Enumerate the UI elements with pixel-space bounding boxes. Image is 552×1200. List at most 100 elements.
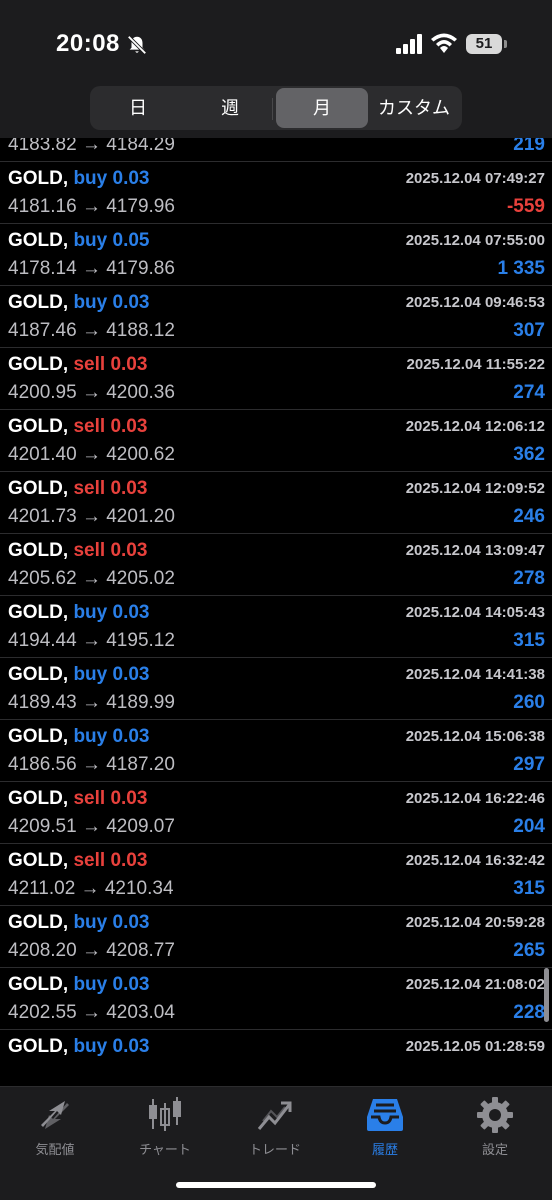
tab-settings-label: 設定 — [481, 1142, 508, 1157]
trade-volume: 0.03 — [110, 540, 148, 561]
symbol-label: GOLD, — [8, 168, 69, 189]
trade-row[interactable]: GOLD, buy 0.03 2025.12.04 14:41:38 4189.43… — [0, 658, 552, 720]
trade-volume: 0.03 — [110, 354, 148, 375]
tab-history[interactable]: 履歴 — [330, 1095, 440, 1158]
period-header: 日 週 月 カスタム — [0, 84, 552, 138]
trade-row[interactable]: GOLD, buy 0.03 2025.12.04 09:46:53 4187.46… — [0, 286, 552, 348]
trade-prices: 4189.43 → 4189.99 — [8, 692, 175, 713]
trade-time: 2025.12.04 11:55:22 — [406, 356, 545, 373]
trade-symbol: GOLD, sell 0.03 — [8, 540, 147, 562]
cellular-signal-icon — [396, 34, 422, 54]
symbol-label: GOLD, — [8, 664, 69, 685]
trade-profit: 315 — [513, 630, 545, 651]
trade-row[interactable]: GOLD, sell 0.03 2025.12.04 11:55:22 4200.9… — [0, 348, 552, 410]
trade-row[interactable]: GOLD, buy 0.03 2025.12.04 14:05:43 4194.44… — [0, 596, 552, 658]
trade-volume: 0.03 — [110, 850, 148, 871]
trade-time: 2025.12.05 01:28:59 — [405, 1038, 545, 1055]
trade-row[interactable]: GOLD, sell 0.03 2025.12.04 12:06:12 4201.4… — [0, 410, 552, 472]
trade-history-list[interactable]: GOLD, buy 0.032025.12.04 07:43:434183.82… — [0, 138, 552, 1086]
symbol-label: GOLD, — [8, 354, 69, 375]
symbol-label: GOLD, — [8, 416, 69, 437]
battery-indicator: 51 — [466, 34, 507, 54]
trade-volume: 0.03 — [112, 1036, 150, 1057]
trade-symbol: GOLD, buy 0.03 — [8, 974, 150, 996]
silent-bell-icon — [127, 35, 147, 55]
trade-side: sell — [73, 416, 106, 437]
trade-time: 2025.12.04 12:06:12 — [405, 418, 545, 435]
tab-settings[interactable]: 設定 — [440, 1095, 550, 1158]
trade-volume: 0.03 — [112, 168, 150, 189]
trade-prices: 4187.46 → 4188.12 — [8, 320, 175, 341]
trade-profit: 265 — [513, 940, 545, 961]
trade-prices: 4205.62 → 4205.02 — [8, 568, 175, 589]
trade-prices: 4201.73 → 4201.20 — [8, 506, 175, 527]
tab-trade-label: トレード — [248, 1142, 301, 1157]
trade-row[interactable]: GOLD, buy 0.03 2025.12.04 15:06:38 4186.56… — [0, 720, 552, 782]
tab-trade[interactable]: トレード — [220, 1095, 330, 1158]
trade-time: 2025.12.04 21:08:02 — [405, 976, 545, 993]
trade-profit: 228 — [513, 1002, 545, 1023]
trade-time: 2025.12.04 09:46:53 — [405, 294, 545, 311]
trade-symbol: GOLD, buy 0.05 — [8, 230, 150, 252]
period-segmented-control: 日 週 月 カスタム — [90, 86, 462, 130]
segment-month[interactable]: 月 — [276, 88, 368, 128]
trade-time: 2025.12.04 13:09:47 — [405, 542, 545, 559]
trade-profit: 274 — [513, 382, 545, 403]
tab-history-label: 履歴 — [371, 1142, 398, 1157]
trade-volume: 0.03 — [112, 974, 150, 995]
segment-day[interactable]: 日 — [92, 88, 184, 128]
trade-symbol: GOLD, sell 0.03 — [8, 354, 147, 376]
trade-volume: 0.03 — [112, 726, 150, 747]
trade-side: sell — [73, 354, 106, 375]
trade-prices: 4200.95 → 4200.36 — [8, 382, 175, 403]
trade-row[interactable]: GOLD, sell 0.03 2025.12.04 12:09:52 4201.7… — [0, 472, 552, 534]
tab-quotes[interactable]: 気配値 — [0, 1095, 110, 1158]
trade-time: 2025.12.04 07:55:00 — [405, 232, 545, 249]
trade-row[interactable]: GOLD, sell 0.03 2025.12.04 16:32:42 4211.0… — [0, 844, 552, 906]
tab-chart[interactable]: チャート — [110, 1095, 220, 1158]
trade-time: 2025.12.04 20:59:28 — [405, 914, 545, 931]
home-indicator[interactable] — [176, 1182, 376, 1188]
trade-side: buy — [73, 664, 108, 685]
trade-row[interactable]: GOLD, buy 0.05 2025.12.04 07:55:00 4178.14… — [0, 224, 552, 286]
trade-row[interactable]: GOLD, buy 0.03 2025.12.04 21:08:02 4202.55… — [0, 968, 552, 1030]
trade-volume: 0.03 — [110, 416, 148, 437]
trade-profit: 307 — [513, 320, 545, 341]
segment-week[interactable]: 週 — [184, 88, 276, 128]
trade-prices: 4186.56 → 4187.20 — [8, 754, 175, 775]
trade-side: buy — [73, 602, 108, 623]
trade-row[interactable]: GOLD, buy 0.03 2025.12.04 20:59:28 4208.20… — [0, 906, 552, 968]
trade-symbol: GOLD, buy 0.03 — [8, 168, 150, 190]
trade-symbol: GOLD, buy 0.03 — [8, 726, 150, 748]
trade-prices: 4183.82 → 4184.29 — [8, 138, 175, 155]
trade-row[interactable]: GOLD, sell 0.03 2025.12.04 13:09:47 4205.6… — [0, 534, 552, 596]
trade-side: buy — [73, 974, 108, 995]
symbol-label: GOLD, — [8, 602, 69, 623]
trade-profit: 362 — [513, 444, 545, 465]
trade-profit: 315 — [513, 878, 545, 899]
trade-icon — [257, 1101, 292, 1130]
segment-custom[interactable]: カスタム — [368, 88, 460, 128]
chart-icon — [149, 1097, 181, 1131]
trade-symbol: GOLD, buy 0.03 — [8, 602, 150, 624]
segment-divider — [272, 98, 273, 120]
trade-history-rows: GOLD, buy 0.032025.12.04 07:43:434183.82… — [0, 138, 552, 1086]
trade-volume: 0.03 — [112, 912, 150, 933]
trade-side: buy — [73, 912, 108, 933]
trade-row[interactable]: GOLD, buy 0.03 2025.12.04 07:49:27 4181.16… — [0, 162, 552, 224]
trade-profit: 297 — [513, 754, 545, 775]
trade-volume: 0.03 — [112, 602, 150, 623]
wifi-icon — [431, 33, 457, 53]
symbol-label: GOLD, — [8, 230, 69, 251]
trade-time: 2025.12.04 16:22:46 — [405, 790, 545, 807]
trade-profit: 204 — [513, 816, 545, 837]
trade-side: buy — [73, 230, 108, 251]
trade-symbol: GOLD, sell 0.03 — [8, 478, 147, 500]
scrollbar[interactable] — [544, 968, 549, 1022]
trade-volume: 0.03 — [112, 664, 150, 685]
trade-row[interactable]: GOLD, buy 0.03 2025.12.05 01:28:59 — [0, 1030, 552, 1086]
trade-row[interactable]: GOLD, sell 0.03 2025.12.04 16:22:46 4209.5… — [0, 782, 552, 844]
trade-prices: 4181.16 → 4179.96 — [8, 196, 175, 217]
tab-chart-label: チャート — [139, 1142, 191, 1157]
trade-row[interactable]: GOLD, buy 0.032025.12.04 07:43:434183.82… — [0, 138, 552, 162]
